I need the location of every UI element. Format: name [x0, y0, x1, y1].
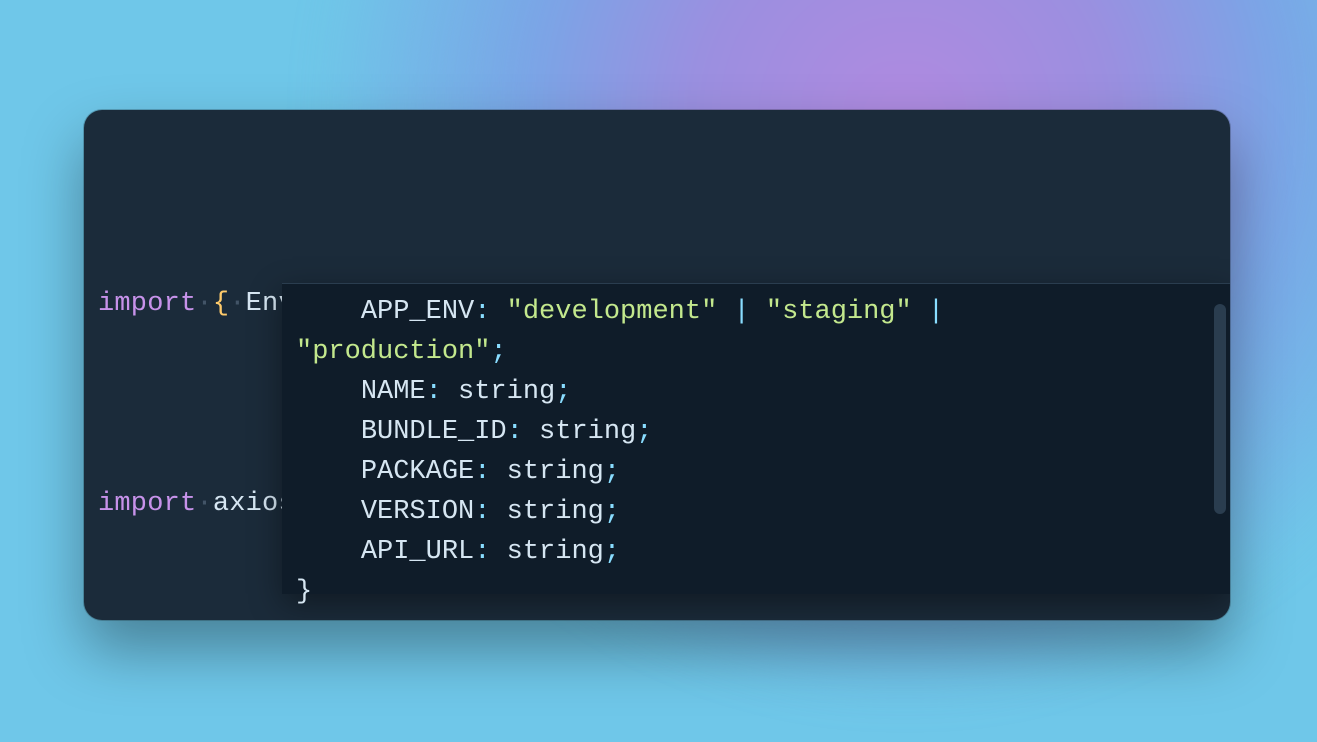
keyword-import: import: [98, 489, 196, 519]
whitespace-dot: ·: [196, 289, 212, 319]
whitespace-dot: ·: [196, 489, 212, 519]
code-editor-window[interactable]: import·{·Env·}·from·'@env'; import·axios…: [84, 110, 1230, 620]
tooltip-line-2: "production";: [296, 337, 507, 367]
page-background: import·{·Env·}·from·'@env'; import·axios…: [0, 0, 1317, 742]
tooltip-line-1: APP_ENV: "development" | "staging" |: [296, 297, 960, 327]
tooltip-line-5: PACKAGE: string;: [296, 457, 620, 487]
tooltip-line-4: BUNDLE_ID: string;: [296, 417, 652, 447]
tooltip-line-7: API_URL: string;: [296, 537, 620, 567]
whitespace-dot: ·: [229, 289, 245, 319]
tooltip-line-8: }: [296, 577, 312, 607]
type-hover-tooltip[interactable]: APP_ENV: "development" | "staging" | "pr…: [282, 283, 1230, 594]
tooltip-line-3: NAME: string;: [296, 377, 571, 407]
tooltip-scrollbar[interactable]: [1214, 304, 1226, 514]
tooltip-content: APP_ENV: "development" | "staging" | "pr…: [296, 292, 960, 612]
keyword-import: import: [98, 289, 196, 319]
brace-open: {: [213, 289, 229, 319]
tooltip-line-6: VERSION: string;: [296, 497, 620, 527]
